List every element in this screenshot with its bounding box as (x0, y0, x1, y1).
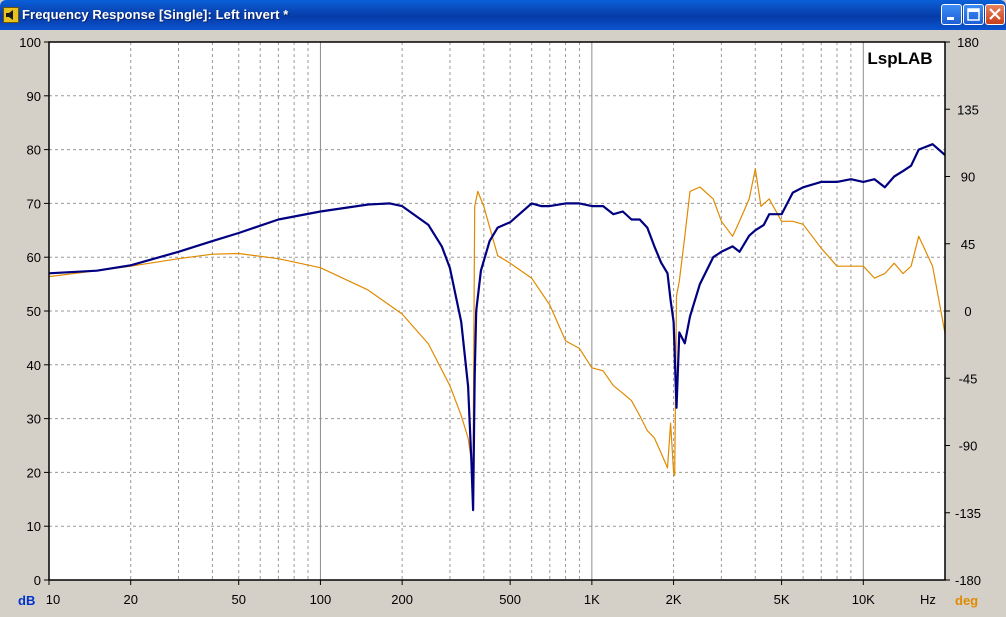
maximize-button[interactable] (963, 4, 984, 25)
y-right-tick-label: -45 (959, 371, 978, 386)
y-right-tick-label: -135 (955, 506, 981, 521)
x-tick-label: 100 (310, 592, 332, 607)
x-tick-label: 200 (391, 592, 413, 607)
y-left-tick-label: 100 (19, 35, 41, 50)
y-left-tick-label: 90 (27, 89, 41, 104)
y-axis-left-label: dB (18, 593, 35, 608)
x-tick-label: 500 (499, 592, 521, 607)
x-tick-label: 50 (231, 592, 245, 607)
y-right-tick-label: 45 (961, 237, 975, 252)
x-tick-label: 10K (852, 592, 875, 607)
speaker-icon[interactable] (3, 7, 19, 23)
y-left-tick-label: 60 (27, 250, 41, 265)
window-titlebar: Frequency Response [Single]: Left invert… (0, 0, 1006, 30)
y-right-tick-label: 90 (961, 170, 975, 185)
y-right-tick-label: 0 (964, 304, 971, 319)
y-left-tick-label: 30 (27, 412, 41, 427)
y-axis-right-label: deg (955, 593, 978, 608)
frequency-response-chart: 0 10 20 30 40 50 60 70 80 90 100 -180 -135 -90 -45 0 45 9… (0, 30, 1006, 612)
lsplab-watermark: LspLAB (867, 49, 932, 68)
x-tick-label: 5K (774, 592, 790, 607)
y-right-tick-label: -180 (955, 573, 981, 588)
y-left-tick-label: 20 (27, 465, 41, 480)
y-left-tick-label: 10 (27, 519, 41, 534)
x-tick-label: 2K (666, 592, 682, 607)
y-right-tick-label: 180 (957, 35, 979, 50)
close-button[interactable] (985, 4, 1005, 25)
y-left-tick-label: 40 (27, 358, 41, 373)
y-right-tick-label: -90 (959, 439, 978, 454)
y-left-tick-label: 80 (27, 143, 41, 158)
x-axis-label: Hz (920, 592, 936, 607)
x-tick-label: 1K (584, 592, 600, 607)
minimize-button[interactable] (941, 4, 962, 25)
y-left-tick-label: 0 (34, 573, 41, 588)
window-title: Frequency Response [Single]: Left invert… (22, 7, 289, 22)
x-tick-label: 20 (123, 592, 137, 607)
y-left-tick-label: 50 (27, 304, 41, 319)
x-tick-label: 10 (46, 592, 60, 607)
chart-svg: 0 10 20 30 40 50 60 70 80 90 100 -180 -135 -90 -45 0 45 9… (18, 35, 981, 608)
y-left-tick-label: 70 (27, 196, 41, 211)
y-right-tick-label: 135 (957, 102, 979, 117)
